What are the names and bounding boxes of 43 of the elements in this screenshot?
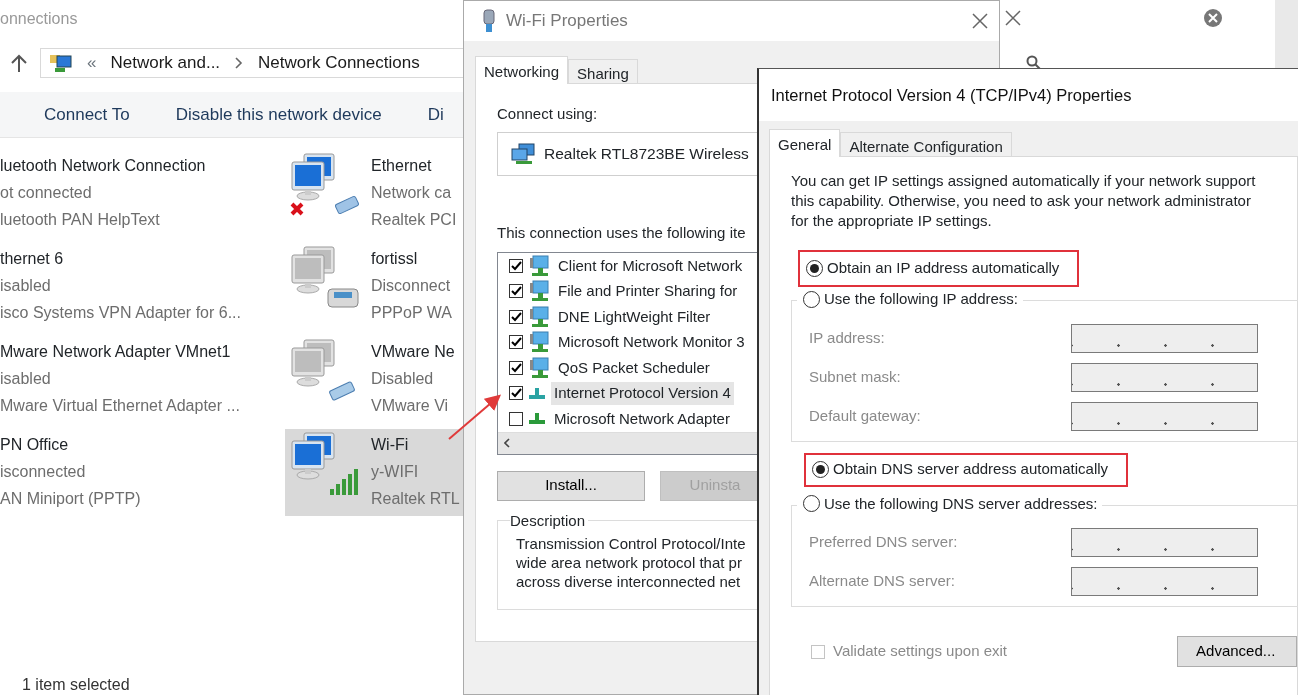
connection-status: isabled: [0, 276, 52, 296]
adapter-name: Realtek PCI: [371, 210, 457, 230]
description-text: Transmission Control Protocol/Inte: [516, 533, 747, 553]
description-text: wide area network protocol that pr: [516, 552, 743, 572]
field-label: Subnet mask:: [809, 366, 902, 387]
adapter-name: isco Systems VPN Adapter for 6...: [0, 303, 241, 323]
adapter-name: luetooth PAN HelpText: [0, 210, 161, 230]
connection-name: Ethernet: [371, 156, 433, 176]
window-title: Wi-Fi Properties: [506, 10, 629, 33]
adapter-name: AN Miniport (PPTP): [0, 489, 141, 509]
intro-text: You can get IP settings assigned automatically if your network support: [791, 171, 1257, 191]
adapter-name: Realtek RTL8723BE Wireless: [544, 143, 749, 164]
connection-status: Disabled: [371, 369, 435, 389]
intro-text: this capability. Otherwise, you need to ask your network administrator: [791, 191, 1252, 211]
connection-name: Wi-Fi: [371, 435, 410, 455]
connection-status: isconnected: [0, 462, 87, 482]
list-caption: This connection uses the following ite: [497, 223, 746, 241]
connection-name: Mware Network Adapter VMnet1: [0, 342, 232, 362]
adapter-name: Realtek RTL: [371, 489, 460, 509]
connection-status: ot connected: [0, 183, 93, 203]
connection-status: isabled: [0, 369, 52, 389]
window-title: onnections: [0, 10, 78, 27]
field-label: IP address:: [809, 327, 886, 348]
status-text: 1 item selected: [22, 676, 130, 693]
connection-name: luetooth Network Connection: [0, 156, 206, 176]
field-label: Preferred DNS server:: [809, 532, 959, 553]
connection-status: Network ca: [371, 183, 453, 203]
connection-name: thernet 6: [0, 249, 65, 269]
connection-status: Disconnect: [371, 276, 452, 296]
adapter-name: PPPoP WA: [371, 303, 452, 323]
connection-name: fortissl: [371, 249, 419, 269]
field-label: Default gateway:: [809, 405, 922, 426]
connection-name: PN Office: [0, 435, 70, 455]
description-text: across diverse interconnected net: [516, 571, 742, 591]
window-title: Internet Protocol Version 4 (TCP/IPv4) Properties: [771, 84, 1132, 106]
connection-status: y-WIFI: [371, 462, 420, 482]
intro-text: for the appropriate IP settings.: [791, 211, 993, 231]
connection-name: VMware Ne: [371, 342, 455, 362]
adapter-name: VMware Vi: [371, 396, 450, 416]
field-label: Alternate DNS server:: [809, 571, 956, 592]
field-label: Connect using:: [497, 105, 598, 122]
adapter-name: Mware Virtual Ethernet Adapter ...: [0, 396, 240, 416]
group-label: Description: [510, 510, 587, 531]
